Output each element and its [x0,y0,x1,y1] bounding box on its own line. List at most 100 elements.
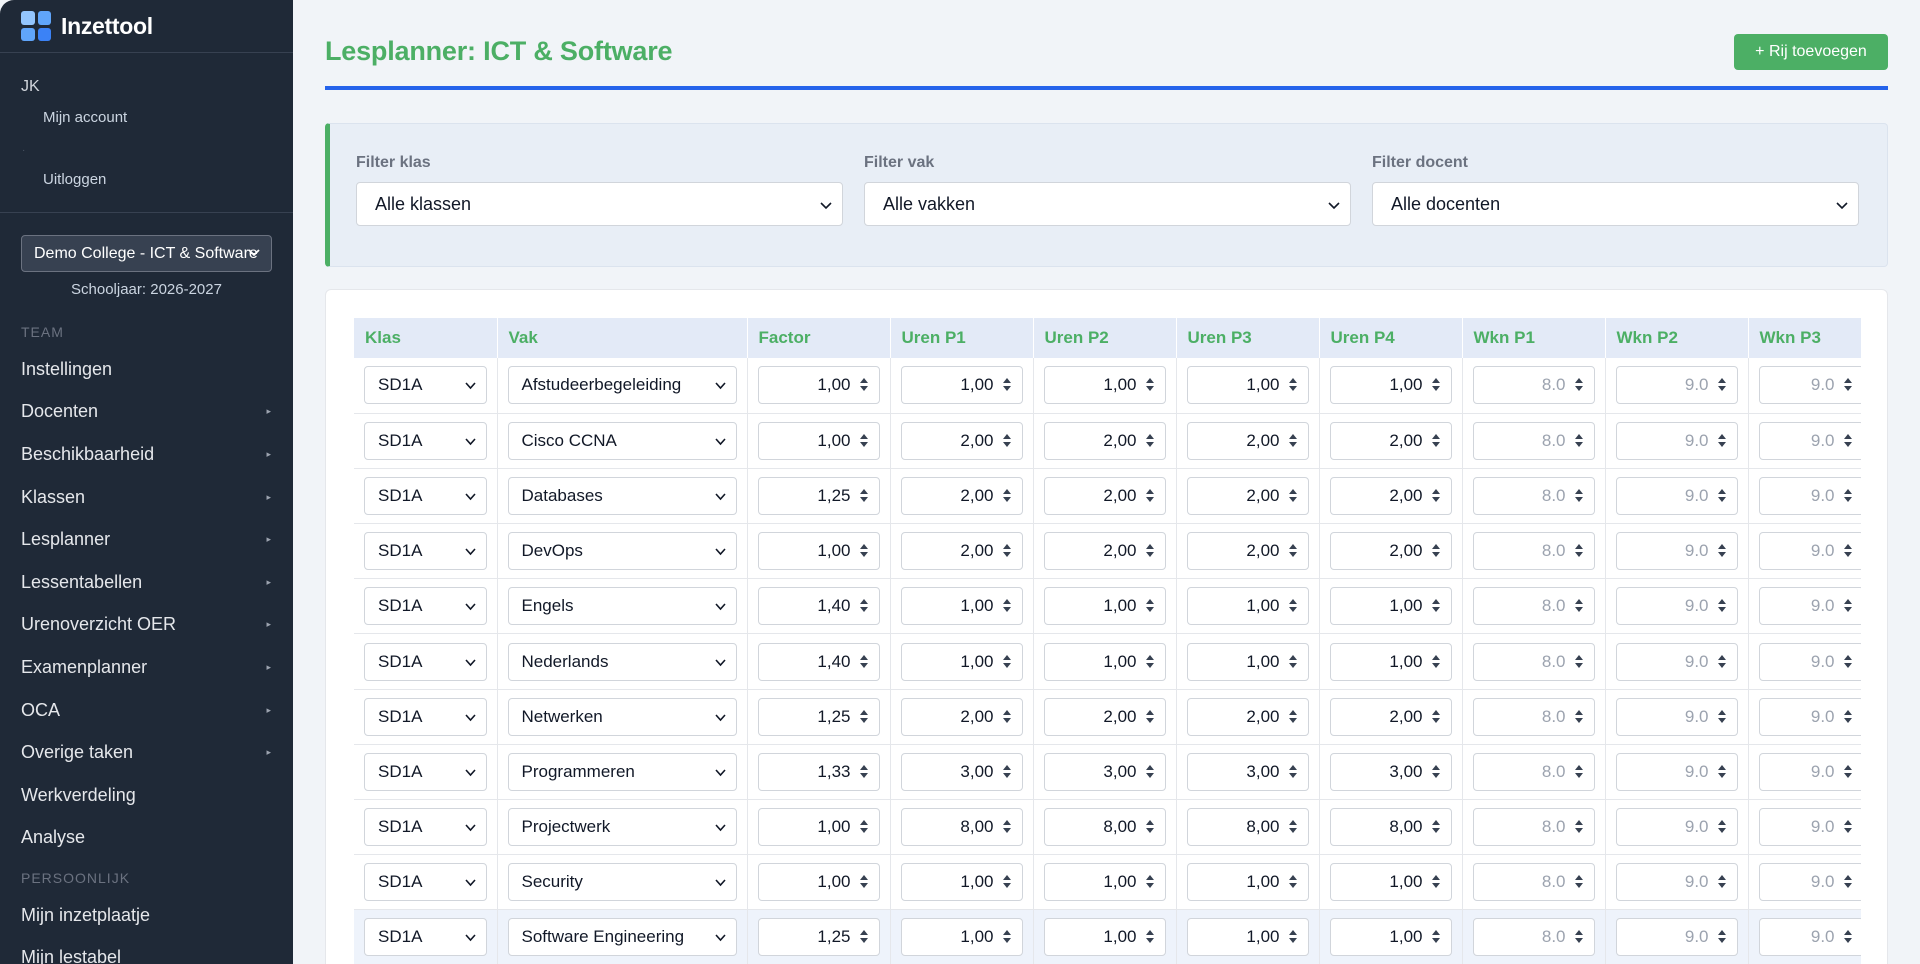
filter-vak-select[interactable]: Alle vakken [864,182,1351,226]
sidebar-item-analyse[interactable]: Analyse [0,817,293,860]
wkn-p3-input[interactable]: 9.0 [1758,697,1861,736]
uren-p1-input[interactable]: 2,00 [900,532,1023,571]
uren-p3-input[interactable]: 8,00 [1186,808,1309,847]
factor-input[interactable]: 1,00 [757,863,880,902]
number-spinner-icon[interactable] [1002,654,1012,671]
uren-p4-input[interactable]: 8,00 [1329,808,1452,847]
wkn-p1-input[interactable]: 8.0 [1472,532,1595,571]
uren-p2-input[interactable]: 2,00 [1043,697,1166,736]
column-header-uren-p3[interactable]: Uren P3 [1176,318,1320,358]
number-spinner-icon[interactable] [1717,654,1727,671]
number-spinner-icon[interactable] [859,544,869,560]
sidebar-item-klassen[interactable]: Klassen ▸ [0,476,293,519]
number-spinner-icon[interactable] [1843,654,1853,671]
sidebar-item-beschikbaarheid[interactable]: Beschikbaarheid ▸ [0,433,293,476]
number-spinner-icon[interactable] [1145,378,1155,394]
number-spinner-icon[interactable] [1002,544,1012,560]
number-spinner-icon[interactable] [1574,544,1584,560]
wkn-p1-input[interactable]: 8.0 [1472,421,1595,460]
column-header-uren-p2[interactable]: Uren P2 [1033,318,1177,358]
number-spinner-icon[interactable] [1431,433,1441,450]
number-spinner-icon[interactable] [1145,875,1155,891]
number-spinner-icon[interactable] [1288,599,1298,615]
number-spinner-icon[interactable] [1431,599,1441,615]
number-spinner-icon[interactable] [1843,433,1853,450]
uren-p3-input[interactable]: 2,00 [1186,697,1309,736]
column-header-wkn-p2[interactable]: Wkn P2 [1605,318,1749,358]
school-select[interactable]: Demo College - ICT & Software [21,235,272,272]
wkn-p2-input[interactable]: 9.0 [1615,752,1738,791]
uren-p4-input[interactable]: 1,00 [1329,863,1452,902]
number-spinner-icon[interactable] [1002,433,1012,450]
wkn-p3-input[interactable]: 9.0 [1758,587,1861,626]
uren-p3-input[interactable]: 2,00 [1186,532,1309,571]
vak-select[interactable]: Afstudeerbegeleiding [507,366,737,405]
wkn-p2-input[interactable]: 9.0 [1615,421,1738,460]
vak-select[interactable]: Software Engineering [507,918,737,957]
sidebar-item-mijn-inzetplaatje[interactable]: Mijn inzetplaatje [0,894,293,937]
uren-p2-input[interactable]: 1,00 [1043,918,1166,957]
uren-p4-input[interactable]: 1,00 [1329,587,1452,626]
number-spinner-icon[interactable] [859,378,869,394]
vak-select[interactable]: Cisco CCNA [507,421,737,460]
column-header-wkn-p1[interactable]: Wkn P1 [1462,318,1606,358]
number-spinner-icon[interactable] [1002,875,1012,891]
number-spinner-icon[interactable] [1843,599,1853,615]
number-spinner-icon[interactable] [1002,930,1012,946]
number-spinner-icon[interactable] [1431,544,1441,560]
wkn-p2-input[interactable]: 9.0 [1615,366,1738,405]
vak-select[interactable]: Programmeren [507,752,737,791]
number-spinner-icon[interactable] [1574,820,1584,836]
number-spinner-icon[interactable] [1431,930,1441,946]
number-spinner-icon[interactable] [1288,654,1298,671]
uren-p1-input[interactable]: 2,00 [900,697,1023,736]
number-spinner-icon[interactable] [1288,820,1298,836]
vak-select[interactable]: Nederlands [507,642,737,681]
factor-input[interactable]: 1,25 [757,918,880,957]
vak-select[interactable]: DevOps [507,532,737,571]
wkn-p2-input[interactable]: 9.0 [1615,863,1738,902]
column-header-klas[interactable]: Klas [354,318,498,358]
klas-select[interactable]: SD1A [364,808,487,847]
wkn-p3-input[interactable]: 9.0 [1758,532,1861,571]
number-spinner-icon[interactable] [1145,433,1155,450]
uren-p3-input[interactable]: 2,00 [1186,421,1309,460]
number-spinner-icon[interactable] [1843,820,1853,836]
number-spinner-icon[interactable] [1717,433,1727,450]
brand[interactable]: Inzettool [0,0,293,53]
column-header-vak[interactable]: Vak [497,318,748,358]
number-spinner-icon[interactable] [1717,544,1727,560]
vak-select[interactable]: Databases [507,476,737,515]
number-spinner-icon[interactable] [859,820,869,836]
number-spinner-icon[interactable] [1431,654,1441,671]
wkn-p1-input[interactable]: 8.0 [1472,752,1595,791]
wkn-p2-input[interactable]: 9.0 [1615,808,1738,847]
number-spinner-icon[interactable] [1288,709,1298,726]
wkn-p3-input[interactable]: 9.0 [1758,863,1861,902]
uren-p4-input[interactable]: 2,00 [1329,476,1452,515]
filter-docent-select[interactable]: Alle docenten [1372,182,1859,226]
number-spinner-icon[interactable] [1288,875,1298,891]
number-spinner-icon[interactable] [1145,654,1155,671]
number-spinner-icon[interactable] [1717,599,1727,615]
column-header-factor[interactable]: Factor [747,318,891,358]
uren-p2-input[interactable]: 1,00 [1043,642,1166,681]
klas-select[interactable]: SD1A [364,918,487,957]
wkn-p3-input[interactable]: 9.0 [1758,476,1861,515]
number-spinner-icon[interactable] [1288,378,1298,394]
number-spinner-icon[interactable] [1431,764,1441,781]
sidebar-item-mijn-lestabel[interactable]: Mijn lestabel [0,937,293,964]
wkn-p1-input[interactable]: 8.0 [1472,918,1595,957]
uren-p1-input[interactable]: 2,00 [900,421,1023,460]
number-spinner-icon[interactable] [1288,433,1298,450]
uren-p3-input[interactable]: 2,00 [1186,476,1309,515]
number-spinner-icon[interactable] [1574,378,1584,394]
number-spinner-icon[interactable] [1288,544,1298,560]
uren-p4-input[interactable]: 1,00 [1329,642,1452,681]
vak-select[interactable]: Netwerken [507,697,737,736]
number-spinner-icon[interactable] [859,764,869,781]
wkn-p2-input[interactable]: 9.0 [1615,642,1738,681]
uren-p2-input[interactable]: 2,00 [1043,532,1166,571]
number-spinner-icon[interactable] [1002,764,1012,781]
factor-input[interactable]: 1,33 [757,752,880,791]
